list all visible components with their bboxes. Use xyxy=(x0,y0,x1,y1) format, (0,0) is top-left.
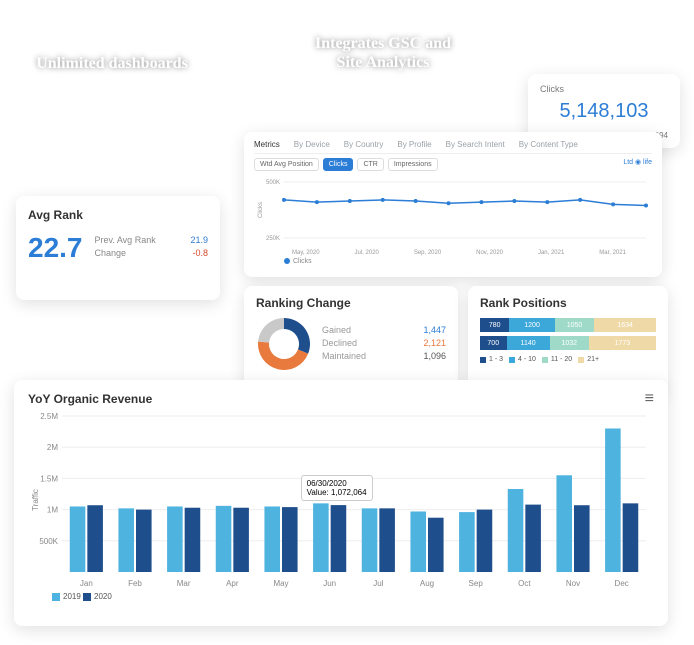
svg-text:500K: 500K xyxy=(39,537,58,546)
label-integrates: Integrates GSC andSite Analytics xyxy=(288,34,478,72)
yoy-title: YoY Organic Revenue xyxy=(28,392,654,406)
legend-item: 4 - 10 xyxy=(509,356,536,363)
metrics-tab[interactable]: By Device xyxy=(294,140,330,149)
metrics-tab[interactable]: By Profile xyxy=(397,140,431,149)
label-unlimited: Unlimited dashboards xyxy=(32,54,192,73)
svg-text:Nov: Nov xyxy=(566,579,580,588)
metrics-legend: Clicks xyxy=(254,258,652,265)
maintained-label: Maintained xyxy=(322,351,366,361)
metrics-pill[interactable]: CTR xyxy=(357,158,383,171)
metrics-toggle[interactable]: Ltd ◉ life xyxy=(623,158,652,171)
change-label: Change xyxy=(95,248,127,258)
yoy-barchart: 500K 1M 1.5M 2M 2.5M Traffic Jan Feb Mar Apr May Ju… xyxy=(28,410,654,590)
stacked-bar-row: 780120010501634 xyxy=(480,318,656,332)
metrics-line-chart: 500K 250K Clicks xyxy=(254,175,652,245)
clicks-label: Clicks xyxy=(540,84,668,94)
gained-label: Gained xyxy=(322,325,351,335)
stacked-seg: 1200 xyxy=(509,318,554,332)
rank-positions-title: Rank Positions xyxy=(480,296,656,310)
svg-text:Traffic: Traffic xyxy=(31,489,40,511)
metrics-tab[interactable]: By Search Intent xyxy=(446,140,505,149)
svg-text:May: May xyxy=(273,579,288,588)
metrics-pill[interactable]: Impressions xyxy=(388,158,438,171)
avg-rank-value: 22.7 xyxy=(28,232,83,264)
svg-text:Apr: Apr xyxy=(226,579,239,588)
ranking-donut xyxy=(256,316,312,372)
legend-item: 11 - 20 xyxy=(542,356,572,363)
svg-text:Aug: Aug xyxy=(420,579,434,588)
stacked-seg: 1140 xyxy=(507,336,550,350)
svg-text:Sep: Sep xyxy=(469,579,484,588)
avg-rank-card: Avg Rank 22.7 Prev. Avg Rank 21.9 Change -… xyxy=(16,196,220,300)
svg-text:Mar: Mar xyxy=(177,579,191,588)
ranking-change-title: Ranking Change xyxy=(256,296,446,310)
arrow-unlimited xyxy=(100,68,140,198)
stacked-seg: 1050 xyxy=(555,318,595,332)
metrics-tab[interactable]: By Country xyxy=(344,140,384,149)
legend-item: 1 - 3 xyxy=(480,356,503,363)
prev-rank-label: Prev. Avg Rank xyxy=(95,235,156,245)
svg-text:1M: 1M xyxy=(47,506,58,515)
legend-item: 21+ xyxy=(578,356,599,363)
metrics-pills: Wtd Avg Position ClicksCTR Impressions Ltd … xyxy=(254,158,652,171)
svg-text:Dec: Dec xyxy=(615,579,629,588)
ranking-change-card: Ranking Change Gained 1,447 Declined 2,121… xyxy=(244,286,458,392)
chart-menu-icon[interactable]: ≡ xyxy=(645,390,654,408)
rank-positions-legend: 1 - 3 4 - 10 11 - 20 21+ xyxy=(480,356,656,365)
svg-text:2.5M: 2.5M xyxy=(40,412,58,421)
svg-text:2M: 2M xyxy=(47,443,58,452)
metrics-card: Metrics By Device By Country By Profile By S… xyxy=(244,132,662,277)
prev-rank-value: 21.9 xyxy=(190,235,208,245)
clicks-value: 5,148,103 xyxy=(540,100,668,123)
svg-text:500K: 500K xyxy=(266,180,280,186)
svg-text:Feb: Feb xyxy=(128,579,142,588)
metrics-tab[interactable]: By Content Type xyxy=(519,140,578,149)
declined-value: 2,121 xyxy=(423,338,446,348)
metrics-tab[interactable]: Metrics xyxy=(254,140,280,149)
svg-text:1.5M: 1.5M xyxy=(40,474,58,483)
rank-positions-bars: 780120010501634 700114010321773 xyxy=(480,318,656,350)
metrics-xticks: May, 2020Jul, 2020Sep, 2020Nov, 2020Jan,… xyxy=(254,250,652,256)
yoy-revenue-card: YoY Organic Revenue ≡ 500K 1M 1.5M 2M 2.5M Tr… xyxy=(14,380,668,626)
arrow-integrates xyxy=(260,70,300,140)
svg-text:Jun: Jun xyxy=(323,579,336,588)
yoy-legend: 2019 2020 xyxy=(28,592,654,601)
metrics-pill[interactable]: Clicks xyxy=(323,158,354,171)
svg-text:Jul: Jul xyxy=(373,579,383,588)
declined-label: Declined xyxy=(322,338,357,348)
stacked-seg: 1773 xyxy=(589,336,656,350)
svg-text:250K: 250K xyxy=(266,236,280,242)
stacked-seg: 780 xyxy=(480,318,509,332)
maintained-value: 1,096 xyxy=(423,351,446,361)
svg-text:Clicks: Clicks xyxy=(258,202,264,218)
svg-text:Jan: Jan xyxy=(80,579,93,588)
change-value: -0.8 xyxy=(192,248,208,258)
stacked-seg: 1032 xyxy=(550,336,589,350)
stacked-seg: 1634 xyxy=(594,318,656,332)
metrics-pill[interactable]: Wtd Avg Position xyxy=(254,158,319,171)
avg-rank-title: Avg Rank xyxy=(28,208,208,222)
svg-text:Oct: Oct xyxy=(518,579,531,588)
stacked-bar-row: 700114010321773 xyxy=(480,336,656,350)
stacked-seg: 700 xyxy=(480,336,507,350)
metrics-tabs: Metrics By Device By Country By Profile By S… xyxy=(254,140,652,154)
rank-positions-card: Rank Positions 780120010501634 7001140103… xyxy=(468,286,668,392)
gained-value: 1,447 xyxy=(423,325,446,335)
